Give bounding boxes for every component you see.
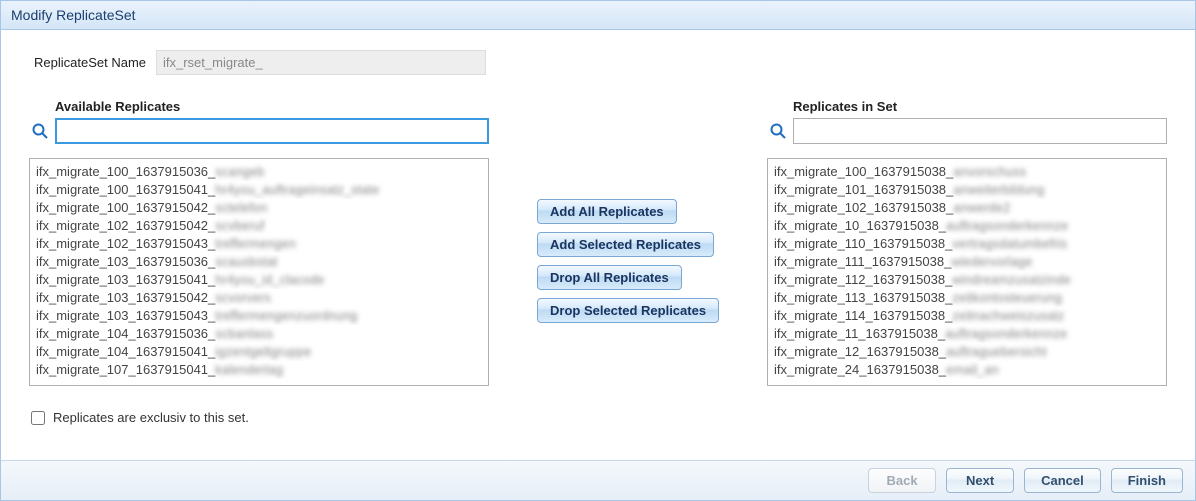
list-item[interactable]: ifx_migrate_24_1637915038_email_an (774, 361, 1160, 379)
back-button: Back (868, 468, 936, 493)
transfer-buttons: Add All Replicates Add Selected Replicat… (537, 199, 719, 323)
replicateset-name-input (156, 50, 486, 75)
list-item[interactable]: ifx_migrate_110_1637915038_vertragsdatum… (774, 235, 1160, 253)
list-item[interactable]: ifx_migrate_111_1637915038_wiedervorlage (774, 253, 1160, 271)
cancel-button[interactable]: Cancel (1024, 468, 1101, 493)
list-item[interactable]: ifx_migrate_103_1637915042_scvorvers (36, 289, 482, 307)
list-item[interactable]: ifx_migrate_107_1637915041_kalendertag (36, 361, 482, 379)
list-item[interactable]: ifx_migrate_103_1637915036_scausbstat (36, 253, 482, 271)
list-item[interactable]: ifx_migrate_100_1637915036_scangeb (36, 163, 482, 181)
list-item[interactable]: ifx_migrate_100_1637915038_anvorschuss (774, 163, 1160, 181)
search-icon (767, 120, 789, 142)
list-item[interactable]: ifx_migrate_114_1637915038_zeitnachweisz… (774, 307, 1160, 325)
dual-list-container: Available Replicates ifx_migrate_100_163… (29, 99, 1167, 386)
dialog-content: ReplicateSet Name Available Replicates i… (1, 30, 1195, 460)
replicates-in-set-title: Replicates in Set (793, 99, 1167, 114)
list-item[interactable]: ifx_migrate_103_1637915041_hr4you_id_cla… (36, 271, 482, 289)
available-search-row (29, 118, 489, 144)
list-item[interactable]: ifx_migrate_104_1637915036_scbanlass (36, 325, 482, 343)
add-selected-button[interactable]: Add Selected Replicates (537, 232, 714, 257)
replicates-in-set-panel: Replicates in Set ifx_migrate_100_163791… (767, 99, 1167, 386)
list-item[interactable]: ifx_migrate_102_1637915043_treffermengen (36, 235, 482, 253)
list-item[interactable]: ifx_migrate_112_1637915038_windreamzusat… (774, 271, 1160, 289)
inset-search-row (767, 118, 1167, 144)
modify-replicateset-dialog: Modify ReplicateSet ReplicateSet Name Av… (0, 0, 1196, 501)
list-item[interactable]: ifx_migrate_103_1637915043_treffermengen… (36, 307, 482, 325)
list-item[interactable]: ifx_migrate_10_1637915038_auftragsonderk… (774, 217, 1160, 235)
replicates-in-set-list[interactable]: ifx_migrate_100_1637915038_anvorschussif… (767, 158, 1167, 386)
list-item[interactable]: ifx_migrate_101_1637915038_anweiterbildu… (774, 181, 1160, 199)
add-all-button[interactable]: Add All Replicates (537, 199, 677, 224)
drop-selected-button[interactable]: Drop Selected Replicates (537, 298, 719, 323)
available-search-input[interactable] (55, 118, 489, 144)
inset-search-input[interactable] (793, 118, 1167, 144)
search-icon (29, 120, 51, 142)
exclusive-checkbox[interactable] (31, 411, 45, 425)
list-item[interactable]: ifx_migrate_100_1637915041_hr4you_auftra… (36, 181, 482, 199)
available-replicates-list[interactable]: ifx_migrate_100_1637915036_scangebifx_mi… (29, 158, 489, 386)
list-item[interactable]: ifx_migrate_102_1637915038_anwerde2 (774, 199, 1160, 217)
exclusive-checkbox-row: Replicates are exclusiv to this set. (31, 410, 1167, 425)
dialog-footer: Back Next Cancel Finish (1, 460, 1195, 500)
replicateset-name-label: ReplicateSet Name (34, 55, 146, 70)
finish-button[interactable]: Finish (1111, 468, 1183, 493)
next-button[interactable]: Next (946, 468, 1014, 493)
exclusive-checkbox-label: Replicates are exclusiv to this set. (53, 410, 249, 425)
drop-all-button[interactable]: Drop All Replicates (537, 265, 682, 290)
available-replicates-title: Available Replicates (55, 99, 489, 114)
list-item[interactable]: ifx_migrate_100_1637915042_sctelefon (36, 199, 482, 217)
available-replicates-panel: Available Replicates ifx_migrate_100_163… (29, 99, 489, 386)
list-item[interactable]: ifx_migrate_11_1637915038_auftragsonderk… (774, 325, 1160, 343)
list-item[interactable]: ifx_migrate_102_1637915042_scvberuf (36, 217, 482, 235)
replicateset-name-row: ReplicateSet Name (34, 50, 1167, 75)
list-item[interactable]: ifx_migrate_104_1637915041_igzentgeltgru… (36, 343, 482, 361)
list-item[interactable]: ifx_migrate_113_1637915038_zeitkontosteu… (774, 289, 1160, 307)
dialog-title: Modify ReplicateSet (1, 1, 1195, 30)
list-item[interactable]: ifx_migrate_12_1637915038_auftraguebersi… (774, 343, 1160, 361)
